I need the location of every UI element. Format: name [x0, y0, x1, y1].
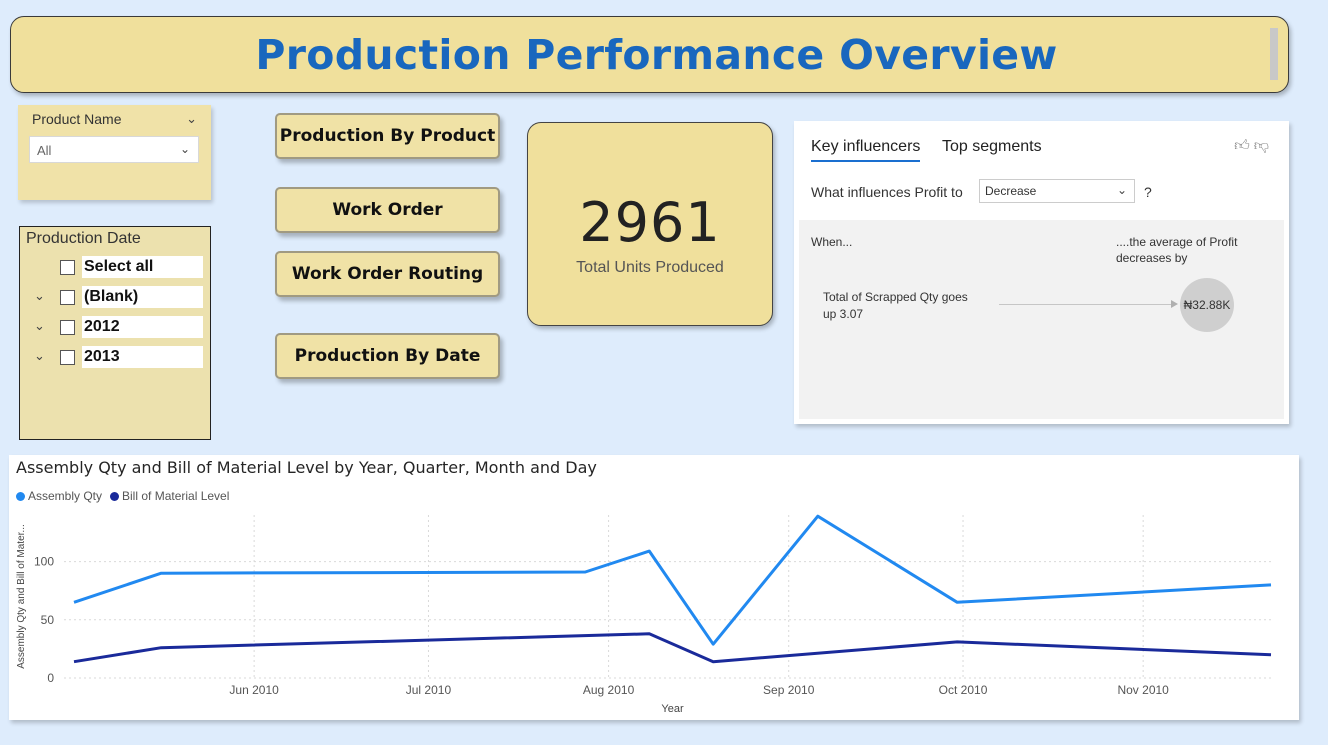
x-tick-label: Oct 2010	[939, 683, 988, 697]
production-by-product-button[interactable]: Production By Product	[275, 113, 500, 159]
chevron-down-icon[interactable]: ⌄	[34, 288, 45, 304]
influence-question: What influences Profit to	[811, 184, 963, 200]
y-tick-label: 50	[41, 613, 55, 627]
kpi-label: Total Units Produced	[576, 259, 724, 276]
influence-direction-dropdown[interactable]: Decrease ⌄	[979, 179, 1135, 203]
tab-key-influencers[interactable]: Key influencers	[811, 138, 921, 162]
page-title: Production Performance Overview	[255, 30, 1058, 79]
slicer-item-label: Select all	[82, 256, 203, 278]
chevron-down-icon: ⌄	[179, 142, 190, 156]
dropdown-value: Decrease	[985, 184, 1037, 198]
slicer-item-2013[interactable]: ⌄ 2013	[20, 346, 210, 370]
production-by-date-button[interactable]: Production By Date	[275, 333, 500, 379]
product-dropdown-value: All	[37, 143, 52, 158]
influencer-panel: When... ....the average of Profit decrea…	[799, 220, 1284, 419]
title-banner: Production Performance Overview	[10, 16, 1289, 93]
y-tick-label: 100	[34, 555, 54, 569]
average-label: ....the average of Profit decreases by	[1116, 235, 1238, 265]
impact-bubble[interactable]: ₦32.88K	[1180, 278, 1234, 332]
slicer-item-label: 2012	[82, 316, 203, 338]
when-label: When...	[811, 235, 853, 249]
influencer-factor[interactable]: Total of Scrapped Qty goes up 3.07	[823, 289, 983, 323]
checkbox[interactable]	[60, 260, 75, 275]
chevron-down-icon[interactable]: ⌄	[34, 348, 45, 364]
production-date-slicer: Production Date Select all ⌄ (Blank) ⌄ 2…	[19, 226, 211, 440]
slicer-item-2012[interactable]: ⌄ 2012	[20, 316, 210, 340]
product-name-dropdown[interactable]: All ⌄	[29, 136, 199, 163]
date-slicer-label: Production Date	[26, 230, 141, 247]
chart-plot-area: 0 50 100 Jun 2010 Jul 2010 Aug 2010 Sep 2010 Oc…	[16, 514, 1272, 715]
kpi-value: 2961	[579, 191, 721, 254]
chevron-down-icon[interactable]: ⌄	[34, 318, 45, 334]
x-tick-label: Jul 2010	[406, 683, 452, 697]
total-units-card: 2961 Total Units Produced	[527, 122, 773, 326]
title-scrollbar[interactable]	[1270, 28, 1278, 80]
work-order-routing-button[interactable]: Work Order Routing	[275, 251, 500, 297]
product-slicer-label: Product Name	[32, 111, 122, 127]
product-name-slicer: Product Name ⌄ All ⌄	[18, 105, 211, 200]
slicer-item-label: 2013	[82, 346, 203, 368]
assembly-line-chart: Assembly Qty and Bill of Material Level …	[9, 455, 1299, 720]
checkbox[interactable]	[60, 350, 75, 365]
x-tick-label: Aug 2010	[583, 683, 635, 697]
slicer-item-select-all[interactable]: Select all	[20, 256, 210, 280]
tab-top-segments[interactable]: Top segments	[942, 138, 1042, 156]
checkbox[interactable]	[60, 290, 75, 305]
question-mark: ?	[1144, 184, 1152, 200]
chevron-down-icon[interactable]: ⌄	[186, 111, 197, 127]
key-influencers-visual: Key influencers Top segments 👍︎👎︎ What i…	[794, 121, 1289, 424]
connector-line	[999, 304, 1175, 305]
slicer-item-blank[interactable]: ⌄ (Blank)	[20, 286, 210, 310]
y-axis-label: Assembly Qty and Bill of Mater...	[16, 524, 27, 669]
slicer-item-label: (Blank)	[82, 286, 203, 308]
feedback-thumbs-icon[interactable]: 👍︎👎︎	[1234, 137, 1273, 155]
chevron-down-icon: ⌄	[1116, 183, 1127, 197]
x-axis-label: Year	[661, 703, 684, 715]
checkbox[interactable]	[60, 320, 75, 335]
series-line-2	[73, 632, 1272, 664]
x-tick-label: Jun 2010	[229, 683, 279, 697]
arrow-icon	[1171, 300, 1178, 308]
y-tick-label: 0	[47, 671, 54, 685]
work-order-button[interactable]: Work Order	[275, 187, 500, 233]
x-tick-label: Sep 2010	[763, 683, 815, 697]
series-line-1	[73, 514, 1272, 646]
x-tick-label: Nov 2010	[1117, 683, 1169, 697]
